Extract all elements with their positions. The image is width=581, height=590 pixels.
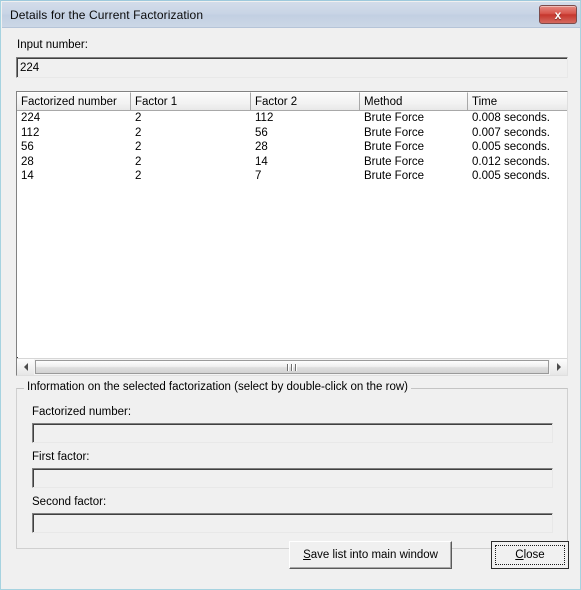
table-row[interactable]: 14 2 7 Brute Force 0.005 seconds. bbox=[17, 169, 567, 184]
close-button[interactable]: x bbox=[539, 5, 577, 24]
cell-method: Brute Force bbox=[364, 112, 425, 125]
first-factor-label: First factor: bbox=[32, 451, 90, 463]
cell-factorized-number: 224 bbox=[21, 112, 41, 125]
scrollbar-track[interactable] bbox=[34, 359, 550, 375]
factorized-number-label: Factorized number: bbox=[32, 406, 132, 418]
second-factor-output[interactable] bbox=[32, 513, 553, 533]
save-list-button[interactable]: Save list into main window bbox=[289, 541, 452, 569]
scroll-left-button[interactable] bbox=[17, 359, 34, 375]
list-body: 224 2 112 Brute Force 0.008 seconds. 112… bbox=[17, 111, 567, 357]
factorized-number-output[interactable] bbox=[32, 423, 553, 443]
cell-time: 0.008 seconds. bbox=[472, 112, 551, 125]
list-header-row: Factorized number Factor 1 Factor 2 Meth… bbox=[17, 92, 567, 111]
column-header-factor-1[interactable]: Factor 1 bbox=[131, 92, 251, 111]
cell-time: 0.005 seconds. bbox=[472, 141, 551, 154]
cell-factor-2: 56 bbox=[255, 126, 268, 139]
title-bar[interactable]: Details for the Current Factorization x bbox=[2, 2, 580, 28]
close-label-rest: lose bbox=[523, 549, 545, 561]
dialog-client-area: Input number: 224 Factorized number Fact… bbox=[2, 28, 580, 589]
cell-factorized-number: 112 bbox=[21, 126, 40, 139]
table-row[interactable]: 28 2 14 Brute Force 0.012 seconds. bbox=[17, 155, 567, 170]
window-title: Details for the Current Factorization bbox=[10, 7, 204, 22]
save-list-button-label: Save list into main window bbox=[303, 549, 438, 561]
table-row[interactable]: 112 2 56 Brute Force 0.007 seconds. bbox=[17, 126, 567, 141]
close-dialog-button[interactable]: Close bbox=[491, 541, 569, 569]
factorization-list[interactable]: Factorized number Factor 1 Factor 2 Meth… bbox=[16, 91, 568, 376]
grip-lines-icon bbox=[287, 363, 297, 371]
scrollbar-thumb[interactable] bbox=[35, 360, 549, 374]
second-factor-label: Second factor: bbox=[32, 496, 107, 508]
cell-time: 0.012 seconds. bbox=[472, 155, 551, 168]
cell-factorized-number: 28 bbox=[21, 155, 34, 168]
column-header-time[interactable]: Time bbox=[468, 92, 567, 111]
cell-factor-2: 14 bbox=[255, 155, 268, 168]
scroll-right-button[interactable] bbox=[550, 359, 567, 375]
cell-method: Brute Force bbox=[364, 126, 425, 139]
column-header-method[interactable]: Method bbox=[360, 92, 468, 111]
input-number-label: Input number: bbox=[17, 39, 88, 51]
save-accel-key: S bbox=[303, 549, 311, 561]
cell-factorized-number: 14 bbox=[21, 170, 34, 183]
group-legend: Information on the selected factorizatio… bbox=[24, 381, 411, 393]
horizontal-scrollbar[interactable] bbox=[17, 358, 567, 375]
table-row[interactable]: 56 2 28 Brute Force 0.005 seconds. bbox=[17, 140, 567, 155]
column-header-factorized-number[interactable]: Factorized number bbox=[17, 92, 131, 111]
cell-factor-1: 2 bbox=[135, 141, 142, 154]
cell-time: 0.005 seconds. bbox=[472, 170, 551, 183]
first-factor-output[interactable] bbox=[32, 468, 553, 488]
close-accel-key: C bbox=[515, 549, 524, 561]
cell-factor-2: 7 bbox=[255, 170, 262, 183]
close-dialog-button-label: Close bbox=[515, 549, 544, 561]
cell-factor-1: 2 bbox=[135, 170, 142, 183]
table-row[interactable]: 224 2 112 Brute Force 0.008 seconds. bbox=[17, 111, 567, 126]
cell-method: Brute Force bbox=[364, 141, 425, 154]
input-number-field[interactable]: 224 bbox=[16, 57, 568, 78]
cell-factorized-number: 56 bbox=[21, 141, 34, 154]
cell-factor-1: 2 bbox=[135, 112, 142, 125]
cell-factor-1: 2 bbox=[135, 155, 142, 168]
column-header-factor-2[interactable]: Factor 2 bbox=[251, 92, 360, 111]
cell-factor-1: 2 bbox=[135, 126, 142, 139]
cell-factor-2: 28 bbox=[255, 141, 268, 154]
cell-time: 0.007 seconds. bbox=[472, 126, 551, 139]
triangle-left-icon bbox=[23, 363, 28, 371]
cell-method: Brute Force bbox=[364, 155, 425, 168]
triangle-right-icon bbox=[556, 363, 561, 371]
save-label-rest: ave list into main window bbox=[310, 549, 438, 561]
cell-factor-2: 112 bbox=[255, 112, 274, 125]
close-icon: x bbox=[554, 7, 562, 22]
cell-method: Brute Force bbox=[364, 170, 425, 183]
dialog-window: Details for the Current Factorization x … bbox=[0, 0, 581, 590]
